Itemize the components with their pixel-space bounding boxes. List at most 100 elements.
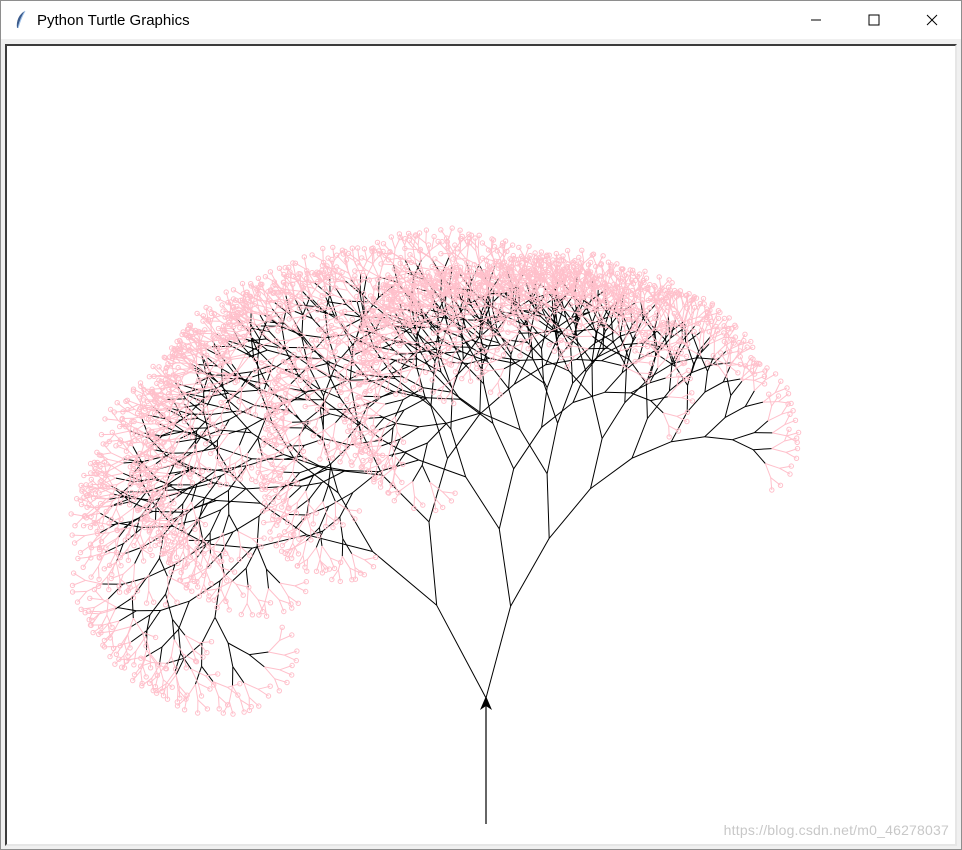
tree-branch bbox=[291, 421, 310, 423]
tree-leaf bbox=[260, 608, 266, 615]
tree-leaf bbox=[276, 265, 283, 272]
tree-leaf bbox=[230, 287, 237, 293]
tree-branch bbox=[399, 426, 420, 440]
turtle-canvas-frame[interactable]: https://blog.csdn.net/m0_46278037 bbox=[5, 44, 957, 846]
tree-branch bbox=[436, 605, 487, 699]
tree-branch bbox=[604, 372, 623, 393]
tree-leaf bbox=[88, 476, 95, 483]
tree-branch bbox=[268, 651, 285, 656]
tree-branch bbox=[240, 400, 248, 411]
tree-branch bbox=[704, 417, 726, 438]
tree-branch bbox=[667, 396, 682, 399]
tree-branch bbox=[403, 397, 428, 411]
close-icon bbox=[926, 14, 938, 26]
tree-branch bbox=[227, 642, 234, 667]
close-button[interactable] bbox=[903, 1, 961, 39]
tree-branch bbox=[367, 405, 380, 416]
tree-leaf bbox=[257, 448, 263, 454]
tree-branch bbox=[704, 381, 724, 393]
tree-branch bbox=[95, 521, 112, 526]
tree-branch bbox=[754, 420, 769, 433]
tree-branch bbox=[491, 290, 495, 309]
tree-branch bbox=[266, 568, 281, 584]
tree-branch bbox=[201, 617, 216, 644]
tree-branch bbox=[205, 403, 231, 410]
tree-branch bbox=[237, 531, 253, 540]
tree-branch bbox=[379, 415, 397, 424]
tree-branch bbox=[213, 532, 224, 547]
tree-branch bbox=[624, 367, 627, 403]
minimize-button[interactable] bbox=[787, 1, 845, 39]
tree-branch bbox=[704, 436, 733, 441]
maximize-button[interactable] bbox=[845, 1, 903, 39]
tree-leaf bbox=[337, 384, 344, 391]
tree-branch bbox=[591, 361, 593, 398]
tree-branch bbox=[187, 482, 214, 490]
tree-branch bbox=[543, 382, 559, 424]
tree-branch bbox=[301, 482, 322, 487]
tree-branch bbox=[220, 531, 234, 554]
tree-branch bbox=[197, 381, 209, 388]
tree-branch bbox=[295, 414, 307, 429]
tree-branch bbox=[145, 614, 151, 637]
tree-branch bbox=[238, 428, 247, 446]
tree-branch bbox=[265, 569, 269, 589]
tree-branch bbox=[110, 488, 127, 493]
tree-branch bbox=[109, 462, 124, 472]
tree-branch bbox=[181, 491, 217, 501]
tree-branch bbox=[668, 425, 679, 432]
tree-branch bbox=[662, 412, 670, 426]
tree-branch bbox=[131, 597, 134, 619]
tree-branch bbox=[178, 601, 190, 630]
tree-branch bbox=[232, 356, 249, 360]
tree-branch bbox=[421, 464, 431, 483]
tree-branch bbox=[510, 538, 550, 607]
tree-branch bbox=[100, 524, 112, 538]
tree-branch bbox=[183, 548, 197, 560]
tree-branch bbox=[201, 666, 214, 682]
tree-branch bbox=[541, 387, 548, 428]
tree-branch bbox=[282, 389, 296, 398]
tree-branch bbox=[171, 619, 175, 640]
tree-branch bbox=[292, 472, 298, 484]
tree-branch bbox=[730, 380, 743, 396]
tree-branch bbox=[248, 654, 265, 668]
feather-icon bbox=[16, 10, 26, 29]
tree-branch bbox=[161, 629, 179, 648]
tree-branch bbox=[99, 505, 111, 520]
tree-branch bbox=[635, 322, 637, 337]
tree-branch bbox=[492, 423, 515, 470]
tree-branch bbox=[428, 521, 438, 606]
tree-branch bbox=[451, 391, 482, 414]
tree-branch bbox=[298, 421, 305, 439]
tree-branch bbox=[508, 388, 521, 430]
turtle-canvas[interactable] bbox=[7, 46, 955, 844]
tree-branch bbox=[519, 429, 548, 475]
title-bar[interactable]: Python Turtle Graphics bbox=[1, 1, 961, 39]
tree-branch bbox=[724, 395, 732, 418]
tree-branch bbox=[650, 396, 668, 402]
tree-branch bbox=[604, 391, 631, 394]
tree-leaf bbox=[309, 252, 315, 258]
tree-leaf bbox=[432, 256, 438, 262]
tree-branch bbox=[548, 488, 591, 539]
tree-branch bbox=[392, 409, 405, 428]
tree-leaf bbox=[491, 244, 498, 250]
tree-branch bbox=[465, 476, 500, 530]
tree-branch bbox=[246, 454, 284, 467]
tree-branch bbox=[268, 640, 280, 653]
tree-branch bbox=[323, 422, 336, 432]
tree-branch bbox=[724, 406, 746, 419]
tree-branch bbox=[723, 378, 741, 383]
tree-leaf bbox=[397, 260, 403, 267]
tree-branch bbox=[279, 582, 295, 587]
tree-branch bbox=[351, 553, 365, 561]
tree-branch bbox=[351, 553, 356, 568]
tree-branch bbox=[373, 416, 385, 430]
tree-branch bbox=[280, 325, 303, 336]
tree-branch bbox=[732, 439, 754, 451]
tree-branch bbox=[384, 399, 404, 405]
tree-branch bbox=[418, 459, 466, 478]
tree-branch bbox=[480, 412, 521, 431]
tree-branch bbox=[546, 423, 559, 474]
